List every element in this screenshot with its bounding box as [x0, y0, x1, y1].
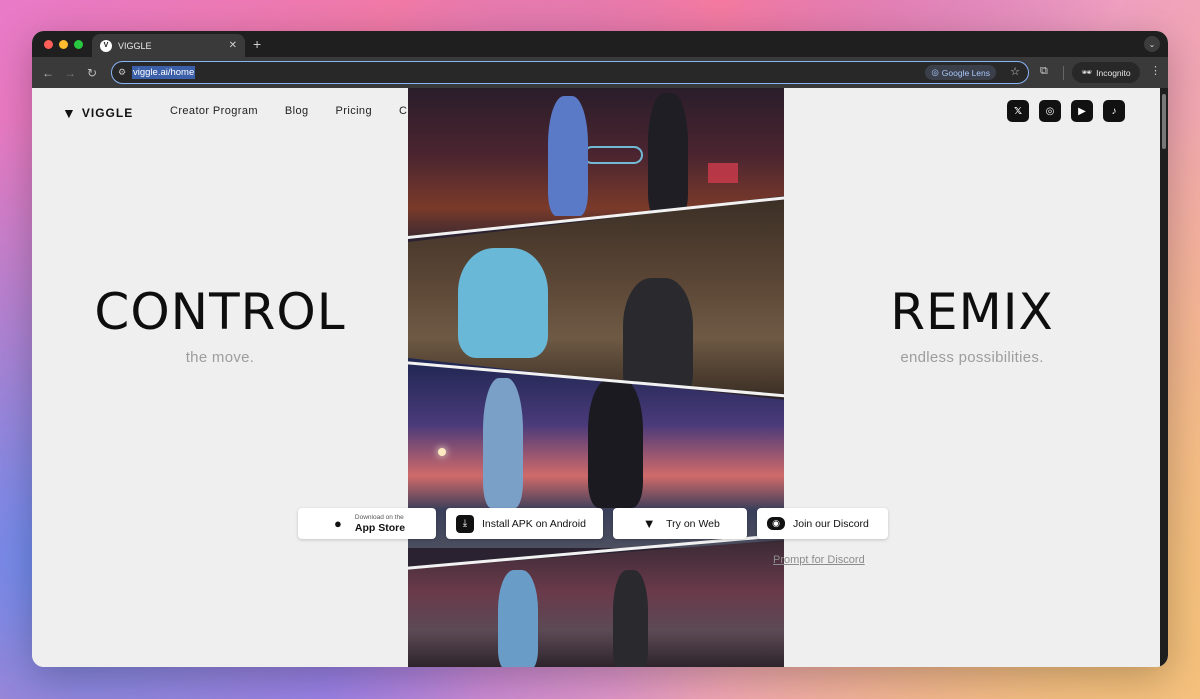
viggle-v-icon: ▼: [642, 516, 656, 531]
maximize-window-button[interactable]: [74, 40, 83, 49]
viggle-favicon-icon: V: [100, 39, 112, 52]
apple-icon: ●: [333, 516, 342, 531]
video-panel-party: [408, 540, 784, 667]
app-store-big-text: App Store: [354, 521, 406, 534]
x-icon[interactable]: 𝕏: [1007, 100, 1029, 122]
scrollbar-thumb[interactable]: [1162, 94, 1166, 149]
window-controls: [44, 40, 83, 49]
nav-pricing[interactable]: Pricing: [336, 105, 372, 117]
viggle-v-icon: ▼: [62, 105, 77, 121]
hero-left-title: CONTROL: [94, 283, 346, 341]
app-store-small-text: Download on the: [354, 513, 404, 521]
suit-figure: [623, 278, 693, 398]
nav-blog[interactable]: Blog: [285, 105, 309, 117]
hero-left-subtitle: the move.: [185, 349, 255, 366]
nav-more[interactable]: C: [399, 105, 407, 117]
browser-toolbar: ← → ↻ ⚙ viggle.ai/home ◎ Google Lens ☆ ⧉…: [32, 57, 1168, 88]
hero-video[interactable]: [408, 88, 784, 667]
nav-creator-program[interactable]: Creator Program: [170, 105, 258, 117]
suit-figure: [648, 93, 688, 218]
hero-right: REMIX endless possibilities.: [844, 283, 1100, 366]
dancer-figure: [548, 96, 588, 216]
site-settings-icon[interactable]: ⚙: [118, 67, 132, 78]
social-links: 𝕏 ◎ ▶ ♪: [1007, 100, 1125, 122]
browser-tab[interactable]: V VIGGLE ✕: [92, 34, 245, 57]
new-tab-button[interactable]: +: [253, 36, 261, 52]
page-scrollbar[interactable]: [1160, 88, 1168, 667]
join-discord-button[interactable]: ◉ Join our Discord: [757, 508, 888, 539]
app-store-label: Download on the App Store: [355, 514, 405, 534]
close-window-button[interactable]: [44, 40, 53, 49]
browser-window: V VIGGLE ✕ + ⌄ ← → ↻ ⚙ viggle.ai/home ◎ …: [32, 31, 1168, 667]
tab-strip: V VIGGLE ✕ + ⌄: [32, 31, 1168, 57]
tiktok-icon[interactable]: ♪: [1103, 100, 1125, 122]
moon-light: [438, 448, 446, 456]
google-lens-button[interactable]: ◎ Google Lens: [925, 65, 996, 80]
try-on-web-button[interactable]: ▼ Try on Web: [613, 508, 747, 539]
dancer-figure: [483, 378, 523, 508]
hero-right-title: REMIX: [890, 283, 1054, 341]
reload-icon[interactable]: ↻: [81, 66, 103, 80]
extensions-puzzle-icon[interactable]: ⧉: [1040, 65, 1048, 78]
instagram-icon[interactable]: ◎: [1039, 100, 1061, 122]
try-on-web-label: Try on Web: [666, 517, 720, 530]
browser-menu-icon[interactable]: ⋮: [1150, 64, 1161, 77]
main-nav: Creator Program Blog Pricing C: [170, 105, 407, 117]
lens-label: Google Lens: [941, 67, 990, 78]
download-buttons: ● Download on the App Store ⤓ Install AP…: [298, 508, 888, 539]
lens-icon: ◎: [931, 67, 939, 77]
install-apk-button[interactable]: ⤓ Install APK on Android: [446, 508, 603, 539]
install-apk-label: Install APK on Android: [482, 517, 586, 530]
neon-sign-red: [708, 163, 738, 183]
prompt-for-discord-link[interactable]: Prompt for Discord: [773, 554, 865, 566]
android-download-icon: ⤓: [456, 514, 474, 533]
dancer-figure: [498, 570, 538, 667]
youtube-icon[interactable]: ▶: [1071, 100, 1093, 122]
web-page: ▼ VIGGLE Creator Program Blog Pricing C …: [32, 88, 1160, 667]
incognito-badge[interactable]: 🕶 Incognito: [1072, 62, 1140, 83]
back-arrow-icon[interactable]: ←: [37, 66, 59, 80]
dancer-figure: [458, 248, 548, 358]
tab-search-chevron-icon[interactable]: ⌄: [1144, 36, 1160, 52]
incognito-icon: 🕶: [1081, 67, 1093, 77]
forward-arrow-icon[interactable]: →: [59, 66, 81, 80]
hero-right-subtitle: endless possibilities.: [900, 349, 1044, 366]
toolbar-divider: [1063, 66, 1064, 80]
suit-figure: [588, 378, 643, 508]
tab-title: VIGGLE: [118, 40, 152, 51]
suit-figure: [613, 570, 648, 667]
address-bar[interactable]: ⚙ viggle.ai/home ◎ Google Lens ☆: [111, 61, 1029, 84]
logo-text: VIGGLE: [81, 106, 134, 120]
join-discord-label: Join our Discord: [793, 517, 869, 530]
neon-sign: [583, 146, 643, 164]
viggle-logo[interactable]: ▼ VIGGLE: [62, 105, 133, 121]
hero-left: CONTROL the move.: [82, 283, 358, 366]
incognito-label: Incognito: [1096, 67, 1131, 78]
tab-close-icon[interactable]: ✕: [229, 40, 237, 51]
app-store-button[interactable]: ● Download on the App Store: [298, 508, 436, 539]
bookmark-star-icon[interactable]: ☆: [1010, 65, 1020, 78]
minimize-window-button[interactable]: [59, 40, 68, 49]
discord-icon: ◉: [767, 517, 785, 530]
url-text[interactable]: viggle.ai/home: [132, 66, 196, 79]
